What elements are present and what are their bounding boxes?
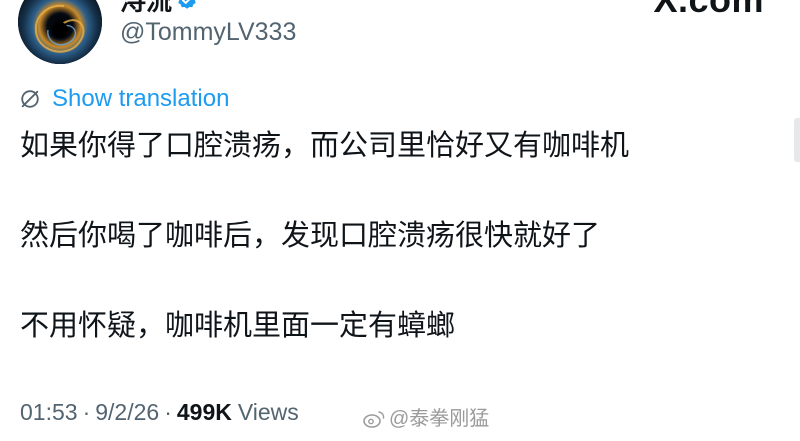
tweet-time[interactable]: 01:53: [20, 396, 78, 428]
display-name-text: 浔流: [120, 0, 173, 16]
x-com-watermark: X.com: [653, 0, 764, 20]
globe-slash-icon: [21, 90, 39, 108]
tweet-text-line-2: 然后你喝了咖啡后，发现口腔溃疡很快就好了: [20, 218, 601, 252]
meta-separator: ·: [164, 399, 172, 425]
user-handle[interactable]: @TommyLV333: [120, 17, 296, 47]
avatar[interactable]: [18, 0, 102, 64]
avatar-vortex-image: [18, 0, 102, 64]
views-label: Views: [237, 399, 299, 425]
meta-separator: ·: [82, 399, 91, 425]
display-name[interactable]: 浔流: [120, 0, 198, 16]
verified-badge-icon: [178, 0, 196, 9]
tweet-text-line-3: 不用怀疑，咖啡机里面一定有蟑螂: [20, 308, 456, 342]
tweet-meta: 01:53 · 9/2/26 · 499K Views: [20, 396, 299, 428]
weibo-watermark: @泰拳刚猛: [362, 406, 489, 432]
show-translation-link[interactable]: Show translation: [19, 84, 229, 114]
tweet-date[interactable]: 9/2/26: [95, 396, 159, 428]
views-count[interactable]: 499K: [177, 396, 232, 428]
scrollbar-edge[interactable]: [794, 118, 800, 162]
tweet-screenshot: 浔流 @TommyLV333 X.com Show translation 如果…: [0, 0, 800, 441]
weibo-icon: [363, 411, 385, 428]
watermark-text: @泰拳刚猛: [389, 408, 490, 430]
tweet-text-line-1: 如果你得了口腔溃疡，而公司里恰好又有咖啡机: [20, 128, 630, 162]
show-translation-label: Show translation: [52, 85, 230, 112]
